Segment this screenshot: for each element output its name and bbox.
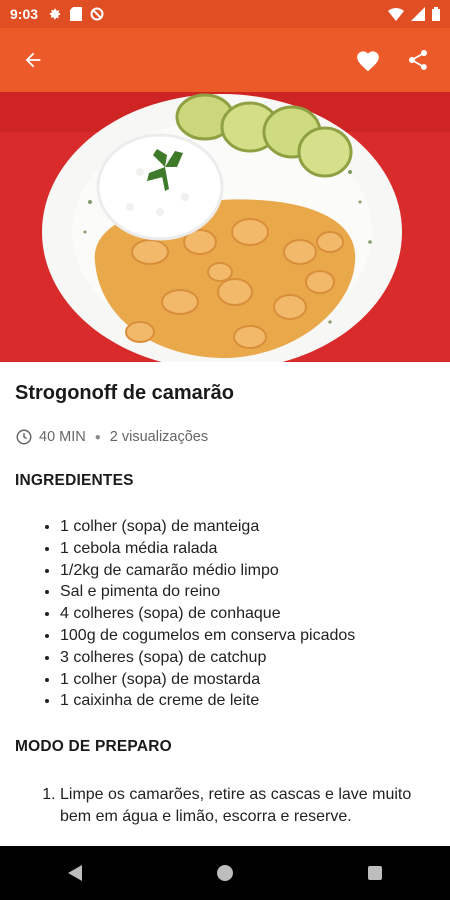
system-nav-bar (0, 846, 450, 900)
nav-home-icon (217, 865, 233, 881)
nav-recents-icon (368, 866, 382, 880)
recipe-content: Strogonoff de camarão 40 MIN ● 2 visuali… (0, 362, 450, 846)
recipe-meta: 40 MIN ● 2 visualizações (15, 428, 208, 446)
status-bar: 9:03 (0, 0, 450, 28)
share-button[interactable] (404, 46, 432, 74)
favorite-button[interactable] (354, 46, 382, 74)
sd-card-icon (70, 7, 83, 21)
ingredients-list: 1 colher (sopa) de manteiga 1 cebola méd… (42, 516, 355, 712)
recipe-title: Strogonoff de camarão (15, 382, 234, 404)
status-time: 9:03 (10, 6, 39, 22)
wifi-icon (388, 8, 404, 21)
nav-home-button[interactable] (205, 853, 245, 893)
back-arrow-icon (25, 52, 41, 68)
meta-separator: ● (94, 431, 101, 443)
ingredient-item: 1 cebola média ralada (60, 538, 355, 560)
ingredient-item: 1 colher (sopa) de manteiga (60, 516, 355, 538)
ingredient-item: 1 colher (sopa) de mostarda (60, 669, 355, 691)
battery-icon (432, 7, 440, 21)
recipe-photo (0, 92, 450, 362)
signal-icon (411, 7, 425, 21)
nav-back-button[interactable] (55, 853, 95, 893)
step-item: Limpe os camarões, retire as cascas e la… (60, 784, 420, 828)
ingredient-item: 3 colheres (sopa) de catchup (60, 647, 355, 669)
ingredients-heading: INGREDIENTES (15, 472, 134, 489)
no-sync-icon (90, 7, 104, 21)
ingredient-item: 4 colheres (sopa) de conhaque (60, 603, 355, 625)
prep-time: 40 MIN (39, 429, 86, 445)
method-heading: MODO DE PREPARO (15, 738, 172, 755)
ingredient-item: 100g de cogumelos em conserva picados (60, 625, 355, 647)
heart-icon (357, 51, 379, 72)
share-icon (409, 50, 427, 70)
app-bar (0, 28, 450, 92)
ingredient-item: 1/2kg de camarão médio limpo (60, 560, 355, 582)
ingredient-item: 1 caixinha de creme de leite (60, 690, 355, 712)
clock-icon (16, 429, 32, 445)
settings-icon (49, 8, 61, 20)
view-count: 2 visualizações (109, 429, 209, 445)
steps-list: Limpe os camarões, retire as cascas e la… (42, 784, 420, 828)
nav-recents-button[interactable] (355, 853, 395, 893)
ingredient-item: Sal e pimenta do reino (60, 581, 355, 603)
nav-back-icon (68, 865, 82, 881)
back-button[interactable] (18, 45, 48, 75)
